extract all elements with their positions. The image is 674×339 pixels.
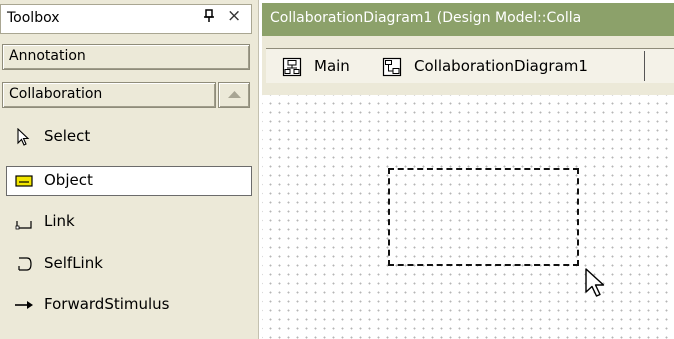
chevron-up-icon	[228, 91, 241, 98]
forward-arrow-icon	[15, 301, 33, 309]
pin-icon[interactable]	[203, 9, 215, 27]
object-icon	[15, 175, 33, 187]
section-collaboration[interactable]: Collaboration	[2, 82, 216, 108]
tabs-row: Main CollaborationDiagram1	[266, 48, 674, 83]
tool-object[interactable]: Object	[6, 166, 252, 196]
tool-forwardstimulus[interactable]: ForwardStimulus	[6, 290, 252, 320]
tab-main-label: Main	[314, 57, 350, 75]
close-icon[interactable]: ×	[227, 6, 241, 26]
tool-selflink[interactable]: SelfLink	[6, 249, 252, 279]
tool-object-label: Object	[44, 171, 93, 189]
tab-separator	[644, 51, 645, 81]
document-title: CollaborationDiagram1 (Design Model::Col…	[270, 10, 582, 26]
pointer-icon	[17, 128, 30, 146]
document-title-bar[interactable]: CollaborationDiagram1 (Design Model::Col…	[262, 3, 674, 36]
link-icon	[15, 221, 32, 230]
diagram-icon	[282, 57, 302, 77]
diagram-canvas[interactable]	[262, 95, 674, 339]
tool-link-label: Link	[44, 212, 75, 230]
tab-collaborationdiagram1-label: CollaborationDiagram1	[414, 57, 588, 75]
toolbox-title: Toolbox	[7, 10, 60, 26]
toolbox-header: Toolbox ×	[0, 4, 252, 34]
tabs-strip: Main CollaborationDiagram1	[262, 36, 674, 95]
section-annotation[interactable]: Annotation	[2, 44, 250, 70]
tool-link[interactable]: Link	[6, 207, 252, 237]
tab-main[interactable]: Main	[282, 51, 382, 83]
selection-marquee	[388, 168, 579, 266]
toolbox-panel: Toolbox × Annotation Collaboration Selec…	[0, 0, 259, 339]
tab-collaborationdiagram1[interactable]: CollaborationDiagram1	[382, 51, 642, 83]
tool-selflink-label: SelfLink	[44, 254, 103, 272]
scroll-up-button[interactable]	[218, 82, 250, 108]
tool-forwardstimulus-label: ForwardStimulus	[44, 295, 170, 313]
collaboration-diagram-icon	[382, 57, 402, 77]
section-annotation-label: Annotation	[9, 48, 86, 64]
selflink-icon	[18, 257, 32, 271]
section-collaboration-label: Collaboration	[9, 86, 103, 102]
mouse-cursor-icon	[585, 268, 605, 297]
tool-select[interactable]: Select	[6, 122, 252, 152]
tool-select-label: Select	[44, 127, 91, 145]
